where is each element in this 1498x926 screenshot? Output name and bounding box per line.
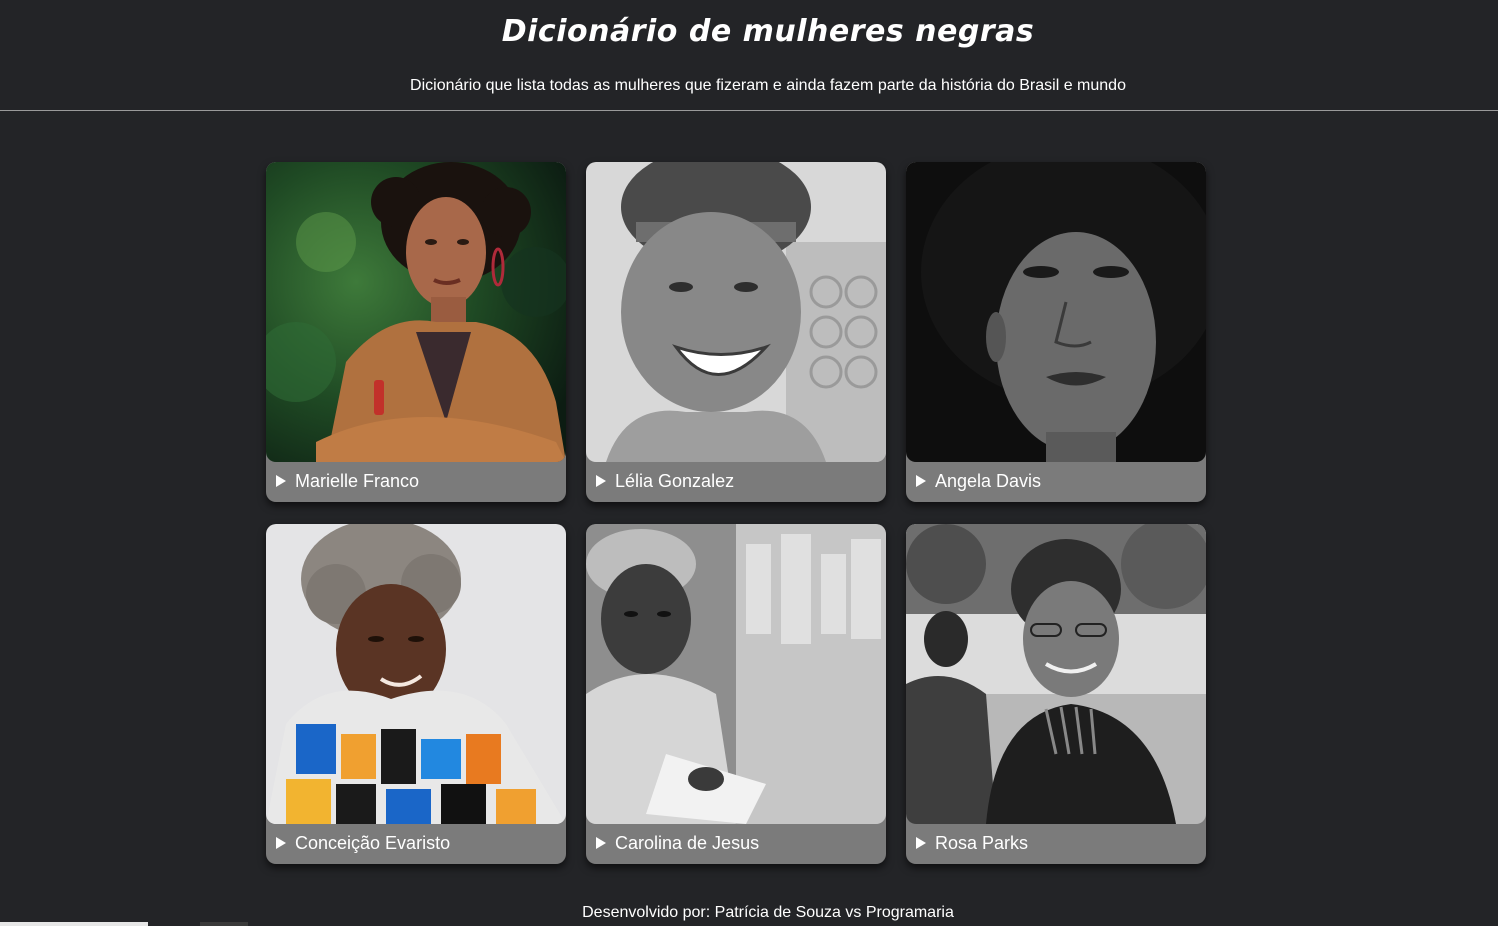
card-angela-davis[interactable]: Angela Davis xyxy=(906,162,1206,502)
portrait-photo-icon xyxy=(586,524,886,824)
card-name: Angela Davis xyxy=(935,471,1042,491)
portrait-photo-icon xyxy=(586,162,886,462)
disclosure-triangle-icon[interactable] xyxy=(916,837,926,849)
card-name-label[interactable]: Lélia Gonzalez xyxy=(596,471,734,492)
card-lelia-gonzalez[interactable]: Lélia Gonzalez xyxy=(586,162,886,502)
card-name-label[interactable]: Conceição Evaristo xyxy=(276,833,450,854)
card-name-label[interactable]: Marielle Franco xyxy=(276,471,419,492)
card-name: Lélia Gonzalez xyxy=(615,471,735,491)
card-conceicao-evaristo[interactable]: Conceição Evaristo xyxy=(266,524,566,864)
card-name-label[interactable]: Rosa Parks xyxy=(916,833,1028,854)
portrait-photo-icon xyxy=(266,524,566,824)
card-marielle-franco[interactable]: Marielle Franco xyxy=(266,162,566,502)
page-title: Dicionário de mulheres negras xyxy=(501,14,1035,49)
card-rosa-parks[interactable]: Rosa Parks xyxy=(906,524,1206,864)
card-name: Rosa Parks xyxy=(935,833,1029,853)
portrait-photo-icon xyxy=(906,524,1206,824)
card-name: Marielle Franco xyxy=(295,471,420,491)
portrait-photo-icon xyxy=(906,162,1206,462)
disclosure-triangle-icon[interactable] xyxy=(596,837,606,849)
disclosure-triangle-icon[interactable] xyxy=(916,475,926,487)
page-subtitle: Dicionário que lista todas as mulheres q… xyxy=(410,77,1126,94)
card-name: Conceição Evaristo xyxy=(295,833,451,853)
disclosure-triangle-icon[interactable] xyxy=(276,837,286,849)
horizontal-scrollbar[interactable] xyxy=(0,922,148,926)
portrait-photo-icon xyxy=(266,162,566,462)
card-name: Carolina de Jesus xyxy=(615,833,760,853)
card-name-label[interactable]: Carolina de Jesus xyxy=(596,833,759,854)
disclosure-triangle-icon[interactable] xyxy=(596,475,606,487)
page-header: Dicionário de mulheres negras Dicionário… xyxy=(0,0,1498,111)
disclosure-triangle-icon[interactable] xyxy=(276,475,286,487)
card-carolina-de-jesus[interactable]: Carolina de Jesus xyxy=(586,524,886,864)
scrollbar-track xyxy=(200,922,248,926)
page-footer: Desenvolvido por: Patrícia de Souza vs P… xyxy=(582,904,954,921)
card-name-label[interactable]: Angela Davis xyxy=(916,471,1041,492)
